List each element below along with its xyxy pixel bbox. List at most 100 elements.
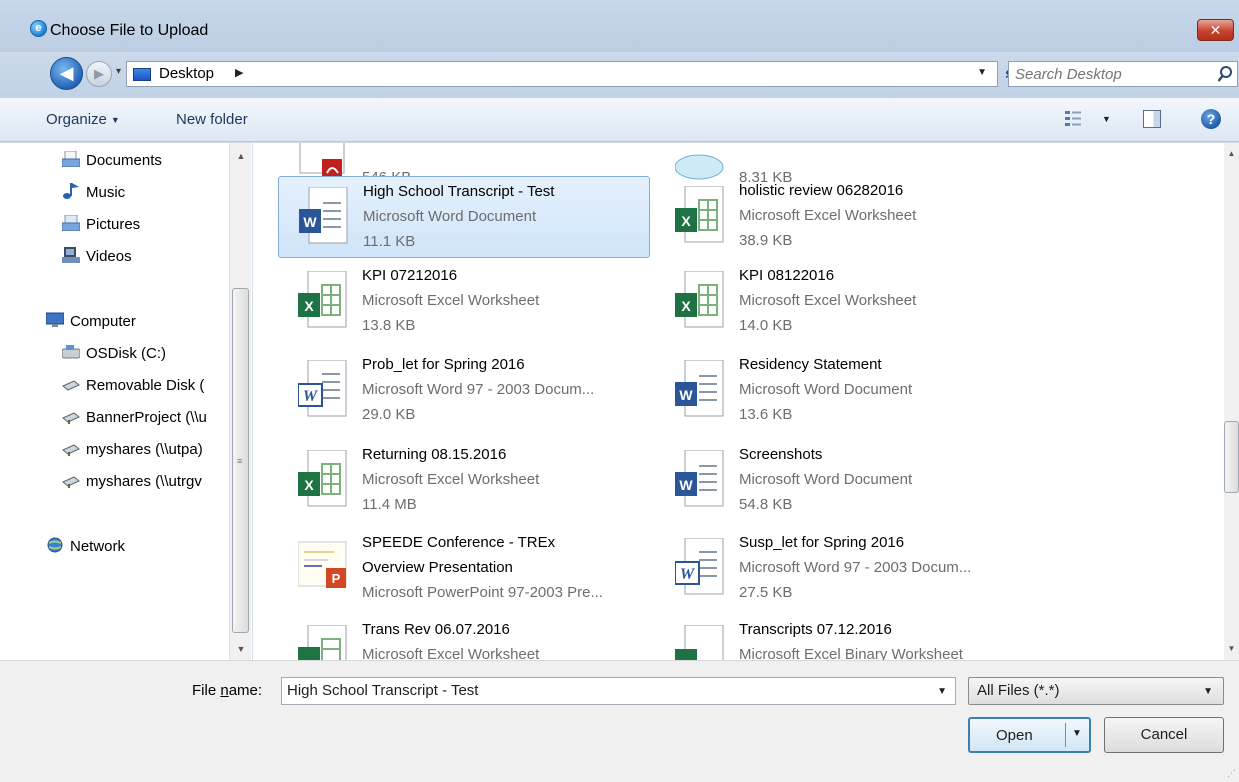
svg-text:X: X <box>681 298 691 314</box>
file-name: holistic review 06282016 <box>739 182 904 199</box>
sidebar-item-computer[interactable]: Computer <box>46 312 136 330</box>
file-type: Microsoft Excel Worksheet <box>739 292 917 309</box>
file-type: Microsoft Word Document <box>363 208 537 225</box>
address-row: ◀ ▶ ▾ Desktop ▶ ▼ ⇆ <box>0 52 1239 98</box>
excel-file-icon: X <box>675 186 724 243</box>
open-button[interactable]: Open ▼ <box>968 717 1091 753</box>
disk-icon <box>62 345 80 359</box>
svg-text:W: W <box>303 214 317 230</box>
file-type: Microsoft PowerPoint 97-2003 Pre... <box>362 584 603 601</box>
scroll-up-button[interactable]: ▲ <box>230 147 252 165</box>
file-size: 38.9 KB <box>739 232 793 249</box>
scroll-up-button[interactable]: ▲ <box>1224 145 1239 163</box>
sidebar-item-label: Documents <box>86 152 162 169</box>
file-name: Prob_let for Spring 2016 <box>362 356 525 373</box>
file-type-filter-value: All Files (*.*) <box>977 682 1060 699</box>
recent-locations-button[interactable]: ▾ <box>116 66 121 77</box>
file-tile[interactable]: W Prob_let for Spring 2016 Microsoft Wor… <box>278 350 650 432</box>
organize-menu[interactable]: Organize ▼ <box>46 111 120 128</box>
sidebar-item-removable-disk[interactable]: Removable Disk ( <box>62 376 204 394</box>
breadcrumb-arrow-icon[interactable]: ▶ <box>235 66 243 79</box>
file-size: 14.0 KB <box>739 317 793 334</box>
file-type: Microsoft Word Document <box>739 471 913 488</box>
scroll-thumb[interactable]: ≡ <box>232 288 249 633</box>
sidebar-item-label: Network <box>70 538 126 555</box>
sidebar-item-myshares-utpa[interactable]: myshares (\\utpa) <box>62 440 203 458</box>
file-name: SPEEDE Conference - TREx <box>362 534 556 551</box>
address-dropdown-button[interactable]: ▼ <box>977 67 987 78</box>
file-tile[interactable]: W Susp_let for Spring 2016 Microsoft Wor… <box>655 528 1027 610</box>
file-name: Trans Rev 06.07.2016 <box>362 621 510 638</box>
scroll-down-button[interactable]: ▼ <box>1224 640 1239 658</box>
file-size: 11.1 KB <box>363 233 416 250</box>
file-tile[interactable]: X holistic review 06282016 Microsoft Exc… <box>655 176 1027 258</box>
close-button[interactable]: ✕ <box>1197 19 1234 41</box>
file-tile[interactable]: W Residency Statement Microsoft Word Doc… <box>655 350 1027 432</box>
forward-button[interactable]: ▶ <box>86 61 112 87</box>
file-list-scrollbar[interactable]: ▲ ▼ <box>1224 143 1239 660</box>
file-type-filter[interactable]: All Files (*.*) ▼ <box>968 677 1224 705</box>
network-drive-icon <box>62 476 80 488</box>
search-icon[interactable] <box>1217 65 1233 83</box>
file-tile[interactable]: W Screenshots Microsoft Word Document 54… <box>655 440 1027 522</box>
navigation-scrollbar[interactable]: ▲ ≡ ▼ <box>229 143 251 660</box>
sidebar-item-network[interactable]: Network <box>46 537 125 555</box>
sidebar-item-label: OSDisk (C:) <box>86 345 166 362</box>
file-type: Microsoft Excel Worksheet <box>362 646 540 660</box>
desktop-icon <box>133 68 151 81</box>
resize-grip-icon[interactable]: ⋰ <box>1227 768 1236 779</box>
sidebar-item-documents[interactable]: Documents <box>62 151 162 169</box>
address-location[interactable]: Desktop <box>159 65 214 82</box>
file-name-field[interactable]: High School Transcript - Test ▼ <box>281 677 956 705</box>
search-box[interactable] <box>1008 61 1238 87</box>
change-view-icon[interactable] <box>1064 110 1082 128</box>
file-name-continued: Overview Presentation <box>362 559 513 576</box>
sidebar-item-label: BannerProject (\\u <box>86 409 207 426</box>
file-name: Transcripts 07.12.2016 <box>739 621 892 638</box>
scroll-thumb[interactable] <box>1224 421 1239 493</box>
sidebar-item-label: Pictures <box>86 216 141 233</box>
sidebar-item-bannerproject[interactable]: BannerProject (\\u <box>62 408 207 426</box>
sidebar-item-music[interactable]: Music <box>62 183 125 201</box>
new-folder-button[interactable]: New folder <box>176 111 248 128</box>
search-input[interactable] <box>1015 64 1195 84</box>
file-tile[interactable]: Trans Rev 06.07.2016 Microsoft Excel Wor… <box>278 615 650 660</box>
file-name: High School Transcript - Test <box>363 183 555 200</box>
address-bar[interactable]: Desktop ▶ ▼ <box>126 61 998 87</box>
excel-file-icon: X <box>298 271 347 328</box>
network-drive-icon <box>62 412 80 424</box>
navigation-pane: Documents Music Pictures Videos Computer… <box>0 143 253 660</box>
scroll-down-button[interactable]: ▼ <box>230 640 252 658</box>
network-icon <box>47 537 63 553</box>
grip-icon: ≡ <box>237 456 243 466</box>
file-name-value[interactable]: High School Transcript - Test <box>287 682 478 699</box>
file-tile[interactable]: P SPEEDE Conference - TREx Overview Pres… <box>278 528 650 610</box>
file-name-label: File name: <box>192 682 262 699</box>
dialog-footer: File name: High School Transcript - Test… <box>0 660 1239 782</box>
sidebar-item-osdisk[interactable]: OSDisk (C:) <box>62 344 166 362</box>
file-tile-selected[interactable]: W High School Transcript - Test Microsof… <box>278 176 650 258</box>
help-icon[interactable]: ? <box>1201 109 1221 129</box>
file-tile[interactable]: X KPI 07212016 Microsoft Excel Worksheet… <box>278 261 650 343</box>
file-name: Susp_let for Spring 2016 <box>739 534 905 551</box>
cancel-button[interactable]: Cancel <box>1104 717 1224 753</box>
svg-text:P: P <box>332 571 341 586</box>
sidebar-item-videos[interactable]: Videos <box>62 247 132 265</box>
sidebar-item-myshares-utrgv[interactable]: myshares (\\utrgv <box>62 472 202 490</box>
sidebar-item-pictures[interactable]: Pictures <box>62 215 140 233</box>
file-tile[interactable]: X KPI 08122016 Microsoft Excel Worksheet… <box>655 261 1027 343</box>
svg-text:X: X <box>304 298 314 314</box>
svg-text:W: W <box>303 388 319 405</box>
open-options-dropdown[interactable]: ▼ <box>1072 728 1082 739</box>
chevron-down-icon[interactable]: ▼ <box>1203 686 1213 697</box>
file-tile[interactable]: X Returning 08.15.2016 Microsoft Excel W… <box>278 440 650 522</box>
svg-text:X: X <box>304 477 314 493</box>
file-tile[interactable]: Transcripts 07.12.2016 Microsoft Excel B… <box>655 615 1027 660</box>
chevron-down-icon[interactable]: ▼ <box>937 686 947 697</box>
back-button[interactable]: ◀ <box>50 57 83 90</box>
file-type: Microsoft Excel Worksheet <box>362 471 540 488</box>
view-options-dropdown[interactable]: ▼ <box>1102 114 1111 124</box>
open-label: Open <box>996 727 1033 744</box>
file-type: Microsoft Word 97 - 2003 Docum... <box>362 381 595 398</box>
preview-pane-icon[interactable] <box>1143 110 1161 128</box>
